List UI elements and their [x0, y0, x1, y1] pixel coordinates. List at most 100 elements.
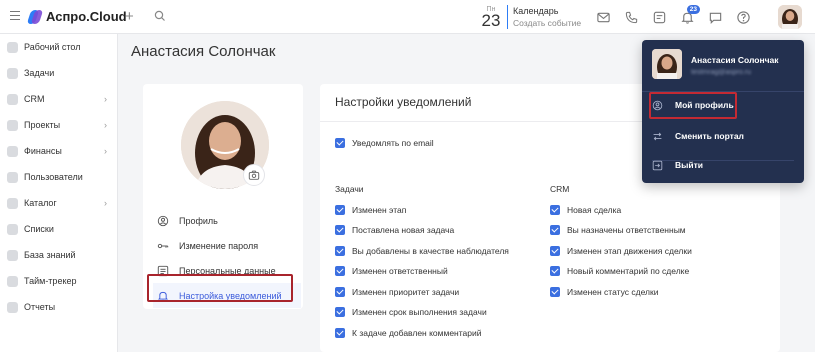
search-icon[interactable] — [154, 10, 166, 22]
task-checkbox[interactable]: Изменен срок выполнения задачи — [335, 307, 487, 317]
sidebar-item-lists[interactable]: Списки — [0, 216, 117, 242]
help-icon[interactable] — [733, 7, 753, 27]
profile-menu-password[interactable]: Изменение пароля — [153, 233, 301, 258]
checkbox-label: Уведомлять по email — [352, 138, 434, 148]
timer-icon — [7, 275, 18, 287]
mail-icon[interactable] — [593, 7, 613, 27]
chevron-right-icon: › — [104, 120, 107, 130]
user-avatar[interactable] — [778, 5, 802, 29]
checkbox-label: Изменен этап — [352, 205, 407, 215]
crm-section-title: CRM — [550, 184, 570, 194]
task-checkbox[interactable]: Изменен этап — [335, 205, 406, 215]
camera-icon[interactable] — [243, 164, 265, 186]
settings-title: Настройки уведомлений — [335, 95, 472, 109]
dropdown-avatar — [652, 49, 682, 79]
checkbox-icon — [335, 287, 345, 297]
swap-icon — [653, 132, 662, 140]
task-checkbox[interactable]: Изменен приоритет задачи — [335, 287, 459, 297]
switch-portal-item[interactable]: Сменить портал — [652, 126, 744, 146]
finance-icon — [7, 145, 18, 157]
checkbox-label: Новая сделка — [567, 205, 622, 215]
crm-icon — [7, 93, 18, 105]
chevron-right-icon: › — [104, 146, 107, 156]
calendar-divider — [507, 5, 508, 29]
sidebar-item-label: Каталог — [24, 198, 57, 208]
sidebar-item-label: Проекты — [24, 120, 61, 130]
sidebar-item-label: Тайм-трекер — [24, 276, 77, 286]
calendar-widget[interactable]: Пн 23 Календарь Создать событие — [480, 3, 581, 31]
sidebar-item-reports[interactable]: Отчеты — [0, 294, 117, 320]
user-circle-icon — [157, 215, 169, 226]
checkbox-label: Изменен приоритет задачи — [352, 287, 460, 297]
checkbox-icon — [335, 328, 345, 338]
users-icon — [7, 171, 18, 183]
tasks-section-title: Задачи — [335, 184, 364, 194]
sidebar-item-label: Пользователи — [24, 172, 83, 182]
sidebar-item-knowledge[interactable]: База знаний — [0, 242, 117, 268]
dropdown-user-email: testmrag@aspro.ru — [691, 69, 752, 76]
profile-menu-label: Профиль — [179, 215, 218, 226]
checkbox-icon — [335, 138, 345, 148]
crm-checkbox[interactable]: Изменен статус сделки — [550, 287, 658, 297]
crm-checkbox[interactable]: Новая сделка — [550, 205, 621, 215]
sidebar-item-label: Финансы — [24, 146, 62, 156]
sidebar: Рабочий стол Задачи CRM › Проекты › Финанс… — [0, 34, 118, 352]
checkbox-label: Изменен статус сделки — [567, 287, 659, 297]
logo-icon — [26, 9, 44, 24]
crm-checkbox[interactable]: Изменен этап движения сделки — [550, 246, 692, 256]
top-bar: Аспро.Cloud + Пн 23 Календарь Создать со… — [0, 0, 815, 34]
checkbox-icon — [550, 246, 560, 256]
crm-checkbox[interactable]: Новый комментарий по сделке — [550, 266, 689, 276]
checkbox-label: Поставлена новая задача — [352, 225, 455, 235]
sidebar-item-label: Отчеты — [24, 302, 56, 312]
checkbox-icon — [550, 205, 560, 215]
dropdown-item-label: Сменить портал — [675, 131, 744, 141]
checkbox-icon — [335, 246, 345, 256]
logout-icon — [652, 160, 663, 170]
email-checkbox[interactable]: Уведомлять по email — [335, 138, 434, 148]
tasks-icon — [7, 67, 18, 79]
sidebar-item-finance[interactable]: Финансы › — [0, 138, 117, 164]
task-checkbox[interactable]: Вы добавлены в качестве наблюдателя — [335, 246, 509, 256]
key-icon — [157, 243, 169, 248]
highlight-my-profile-frame — [649, 92, 737, 119]
checkbox-label: Изменен срок выполнения задачи — [352, 307, 487, 317]
logout-item[interactable]: Выйти — [652, 155, 703, 175]
highlight-notifications-frame — [147, 274, 293, 302]
sidebar-item-projects[interactable]: Проекты › — [0, 112, 117, 138]
create-event-link[interactable]: Создать событие — [513, 18, 581, 28]
calendar-date: Пн 23 — [480, 6, 502, 29]
checkbox-icon — [335, 266, 345, 276]
sidebar-item-timer[interactable]: Тайм-трекер — [0, 268, 117, 294]
checkbox-icon — [335, 205, 345, 215]
lists-icon — [7, 223, 18, 235]
task-checkbox[interactable]: Поставлена новая задача — [335, 225, 454, 235]
phone-icon[interactable] — [621, 7, 641, 27]
crm-checkbox[interactable]: Вы назначены ответственным — [550, 225, 686, 235]
sidebar-item-users[interactable]: Пользователи — [0, 164, 117, 190]
dropdown-user-name: Анастасия Солончак — [691, 55, 779, 65]
task-checkbox[interactable]: Изменен ответственный — [335, 266, 448, 276]
sidebar-item-crm[interactable]: CRM › — [0, 86, 117, 112]
reports-icon — [7, 301, 18, 313]
checkbox-label: Новый комментарий по сделке — [567, 266, 690, 276]
sidebar-item-desktop[interactable]: Рабочий стол — [0, 34, 117, 60]
chat-icon[interactable] — [705, 7, 725, 27]
app-logo[interactable]: Аспро.Cloud — [26, 9, 127, 24]
profile-menu-profile[interactable]: Профиль — [153, 208, 301, 233]
checkbox-label: Вы назначены ответственным — [567, 225, 686, 235]
checkbox-icon — [335, 225, 345, 235]
desktop-icon — [7, 41, 18, 53]
checkbox-label: Вы добавлены в качестве наблюдателя — [352, 246, 509, 256]
add-icon[interactable]: + — [125, 8, 134, 25]
calendar-label: Календарь — [513, 6, 559, 16]
notes-icon[interactable] — [649, 7, 669, 27]
bell-icon[interactable]: 23 — [677, 5, 700, 27]
sidebar-item-label: CRM — [24, 94, 45, 104]
task-checkbox[interactable]: К задаче добавлен комментарий — [335, 328, 482, 338]
menu-icon[interactable] — [10, 11, 20, 21]
checkbox-icon — [550, 287, 560, 297]
sidebar-item-tasks[interactable]: Задачи — [0, 60, 117, 86]
checkbox-label: Изменен этап движения сделки — [567, 246, 692, 256]
sidebar-item-catalog[interactable]: Каталог › — [0, 190, 117, 216]
